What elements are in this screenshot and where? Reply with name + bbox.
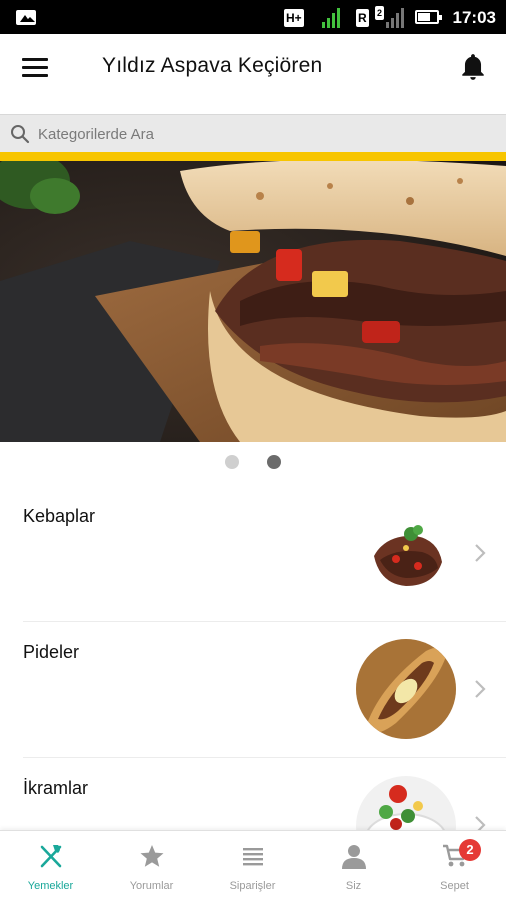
nav-item-siparisler[interactable]: Siparişler <box>202 831 303 900</box>
signal-strength-icon <box>322 6 342 28</box>
list-icon <box>243 848 263 866</box>
nav-label: Siparişler <box>229 880 276 892</box>
category-label: Kebaplar <box>23 506 96 526</box>
nav-label: Yemekler <box>27 880 74 892</box>
banner-food-image <box>0 161 506 442</box>
carousel-dot-2[interactable] <box>267 455 281 469</box>
roaming-label: R <box>356 9 369 27</box>
fork-knife-icon <box>40 845 62 868</box>
cart-count-badge: 2 <box>459 839 481 861</box>
app-screen: H+ R 2 17:03 Yıldız Aspava Keçiören Kate… <box>0 0 506 900</box>
category-item-kebaplar[interactable]: Kebaplar <box>0 486 506 622</box>
hamburger-menu-icon[interactable] <box>22 58 48 78</box>
bell-icon[interactable] <box>460 52 486 82</box>
nav-label: Siz <box>345 880 362 892</box>
banner-carousel[interactable] <box>0 161 506 442</box>
status-bar: H+ R 2 17:03 <box>0 0 506 34</box>
kebab-thumbnail-image <box>356 504 456 604</box>
nav-item-siz[interactable]: Siz <box>303 831 404 900</box>
nav-item-sepet[interactable]: 2 Sepet <box>404 831 505 900</box>
chevron-right-icon <box>475 544 486 562</box>
search-bar <box>0 114 506 152</box>
signal-strength-2-icon <box>386 6 406 28</box>
search-input[interactable] <box>38 119 498 149</box>
category-item-pideler[interactable]: Pideler <box>0 622 506 758</box>
bottom-navigation: Yemekler Yorumlar Siparişler Siz 2 Sepet <box>0 830 506 900</box>
nav-item-yorumlar[interactable]: Yorumlar <box>101 831 202 900</box>
battery-icon <box>415 10 442 24</box>
status-time: 17:03 <box>452 8 496 27</box>
category-label: İkramlar <box>23 778 89 798</box>
search-icon <box>11 125 30 144</box>
carousel-dot-1[interactable] <box>225 455 239 469</box>
page-title: Yıldız Aspava Keçiören <box>102 54 323 77</box>
chevron-right-icon <box>475 680 486 698</box>
app-bar: Yıldız Aspava Keçiören <box>0 34 506 114</box>
star-icon <box>140 845 164 867</box>
person-icon <box>342 845 366 869</box>
pide-thumbnail-image <box>356 639 456 739</box>
carousel-indicators <box>0 455 506 471</box>
accent-strip <box>0 152 506 161</box>
nav-label: Yorumlar <box>129 880 174 892</box>
sim-2-label: 2 <box>375 6 385 20</box>
gallery-notification-icon <box>16 10 36 25</box>
network-type-label: H+ <box>284 9 304 27</box>
category-label: Pideler <box>23 642 80 662</box>
nav-label: Sepet <box>440 880 469 892</box>
nav-item-yemekler[interactable]: Yemekler <box>0 831 101 900</box>
